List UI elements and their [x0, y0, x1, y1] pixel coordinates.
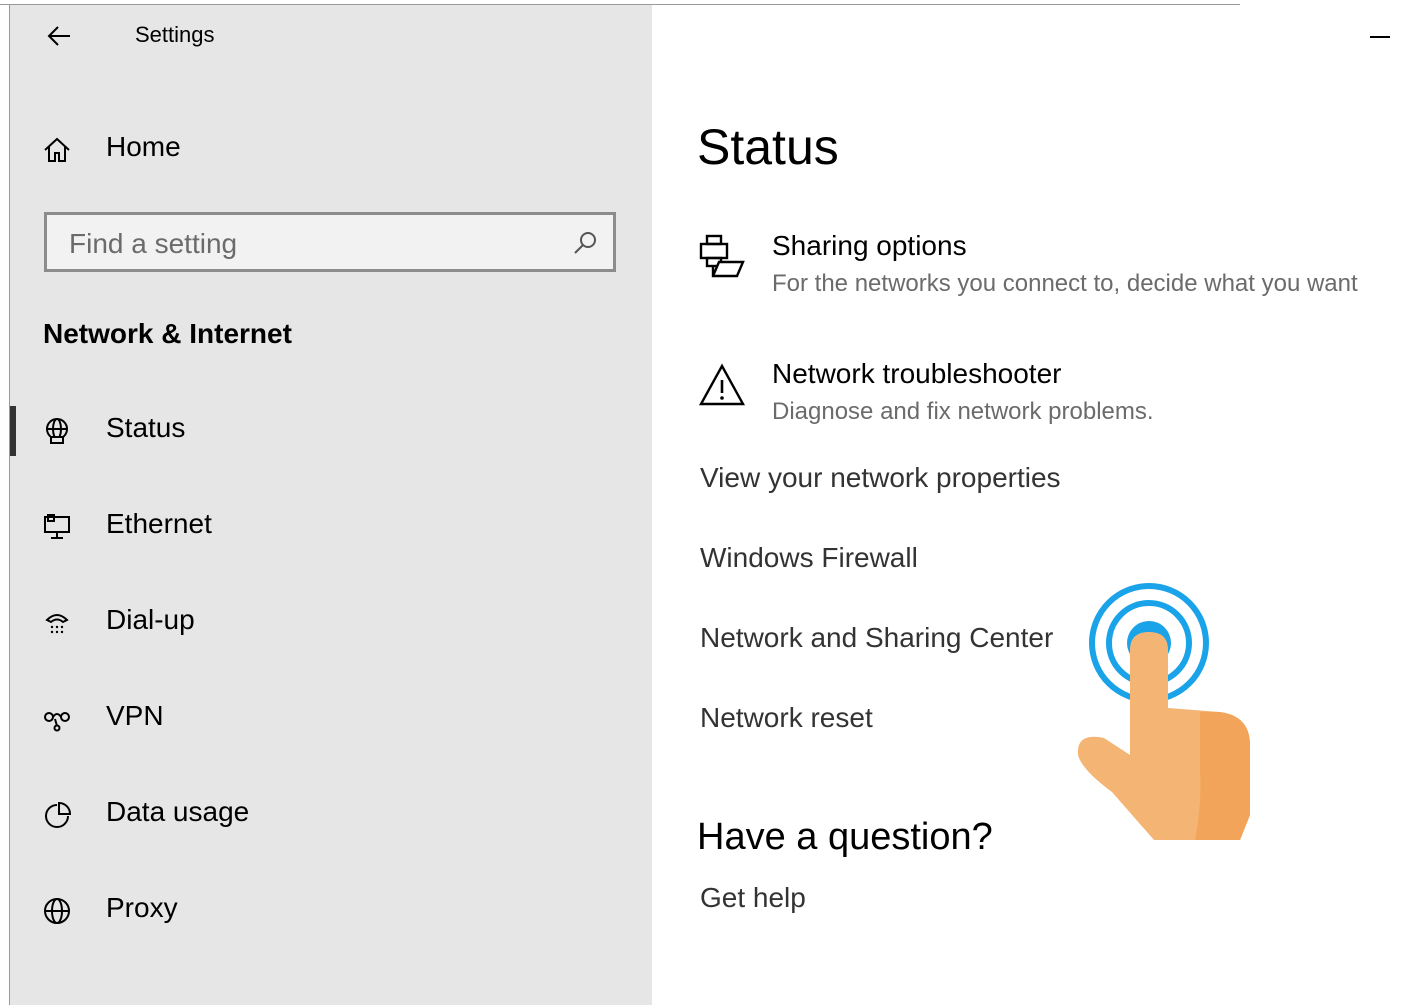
get-help-link[interactable]: Get help: [700, 882, 806, 914]
sidebar-item-label: Ethernet: [106, 508, 212, 539]
ethernet-icon: [44, 514, 70, 539]
minimize-button[interactable]: [1360, 14, 1390, 54]
dialup-icon: [45, 614, 69, 634]
data-usage-icon: [45, 801, 72, 828]
back-arrow-icon[interactable]: [44, 20, 76, 52]
globe-icon: [44, 898, 70, 924]
sidebar-item-label: VPN: [106, 700, 164, 731]
sidebar-item-label: Dial-up: [106, 604, 195, 635]
vpn-icon: [44, 712, 70, 732]
question-heading: Have a question?: [697, 816, 993, 858]
network-reset-link[interactable]: Network reset: [700, 702, 873, 734]
search-input[interactable]: [67, 223, 551, 265]
sidebar-item-label: Proxy: [106, 892, 178, 923]
sidebar-item-home[interactable]: Home: [10, 113, 652, 185]
sharing-icon: [699, 234, 745, 278]
search-icon[interactable]: [571, 229, 599, 257]
home-icon: [44, 137, 70, 162]
minimize-icon: [1370, 36, 1390, 38]
sidebar-item-label: Home: [106, 131, 181, 162]
tap-hand-icon: [1077, 583, 1250, 840]
option-description: Diagnose and fix network problems.: [772, 398, 1154, 425]
sidebar-item-data-usage[interactable]: Data usage: [10, 778, 652, 850]
sidebar-item-ethernet[interactable]: Ethernet: [10, 490, 652, 562]
app-title: Settings: [135, 22, 215, 47]
warning-icon: [698, 363, 746, 406]
sidebar-item-proxy[interactable]: Proxy: [10, 874, 652, 946]
option-description: For the networks you connect to, decide …: [772, 270, 1358, 297]
sidebar-item-dialup[interactable]: Dial-up: [10, 586, 652, 658]
option-title: Sharing options: [772, 230, 967, 261]
settings-window: Settings Home Network & Internet Status: [0, 0, 1408, 1005]
option-title: Network troubleshooter: [772, 358, 1062, 389]
sidebar-item-status[interactable]: Status: [10, 394, 652, 466]
windows-firewall-link[interactable]: Windows Firewall: [700, 542, 918, 574]
section-heading: Network & Internet: [43, 318, 292, 349]
status-globe-icon: [46, 418, 68, 444]
sidebar-item-label: Status: [106, 412, 186, 443]
selection-indicator: [10, 406, 16, 456]
sidebar-item-vpn[interactable]: VPN: [10, 682, 652, 754]
network-and-sharing-center-link[interactable]: Network and Sharing Center: [700, 622, 1053, 654]
search-box[interactable]: [44, 212, 616, 272]
sidebar-item-label: Data usage: [106, 796, 250, 827]
page-title: Status: [697, 119, 839, 175]
view-network-properties-link[interactable]: View your network properties: [700, 462, 1061, 494]
